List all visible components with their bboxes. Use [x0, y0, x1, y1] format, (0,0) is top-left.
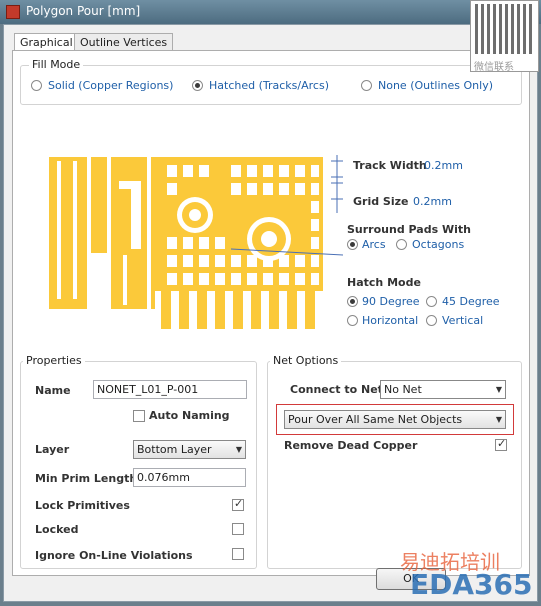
layer-select[interactable]: Bottom Layer ▼: [133, 440, 246, 459]
lock-primitives-checkbox[interactable]: [232, 497, 244, 511]
chevron-down-icon: ▼: [495, 385, 502, 394]
grid-size-value[interactable]: 0.2mm: [413, 195, 452, 208]
surround-arcs-radio[interactable]: [347, 239, 358, 250]
hatch-90-label[interactable]: 90 Degree: [362, 295, 420, 308]
hatch-preview-graphic: [49, 155, 343, 329]
polygon-pour-dialog: Graphical Outline Vertices Fill Mode Sol…: [3, 24, 538, 602]
fill-none-label[interactable]: None (Outlines Only): [378, 79, 493, 92]
ignore-violations-label: Ignore On-Line Violations: [35, 549, 193, 562]
fill-mode-title: Fill Mode: [29, 58, 84, 71]
remove-dead-copper-label: Remove Dead Copper: [284, 439, 418, 452]
connect-to-net-select[interactable]: No Net ▼: [380, 380, 506, 399]
lock-primitives-label: Lock Primitives: [35, 499, 130, 512]
surround-arcs-label[interactable]: Arcs: [362, 238, 386, 251]
fill-solid-radio[interactable]: [31, 80, 42, 91]
remove-dead-copper-checkbox[interactable]: [495, 437, 507, 451]
chevron-down-icon: ▼: [235, 445, 242, 454]
hatch-horizontal-label[interactable]: Horizontal: [362, 314, 418, 327]
pour-over-value: Pour Over All Same Net Objects: [288, 413, 463, 426]
net-options-title: Net Options: [270, 354, 342, 367]
app-icon: [6, 5, 20, 19]
min-prim-length-label: Min Prim Length: [35, 472, 138, 485]
fill-hatched-label[interactable]: Hatched (Tracks/Arcs): [209, 79, 329, 92]
locked-label: Locked: [35, 523, 79, 536]
auto-naming-label[interactable]: Auto Naming: [149, 409, 230, 422]
layer-select-value: Bottom Layer: [137, 443, 212, 456]
fill-solid-label[interactable]: Solid (Copper Regions): [48, 79, 173, 92]
hatch-45-label[interactable]: 45 Degree: [442, 295, 500, 308]
surround-pads-label: Surround Pads With: [347, 223, 471, 236]
qr-code-watermark: 微信联系: [470, 0, 539, 73]
auto-naming-checkbox[interactable]: [133, 410, 145, 422]
connect-to-net-label: Connect to Net: [290, 383, 383, 396]
min-prim-length-input[interactable]: 0.076mm: [133, 468, 246, 487]
properties-group: Properties Name NONET_L01_P-001 Auto Nam…: [20, 354, 257, 569]
net-options-group: Net Options Connect to Net No Net ▼ Pour…: [267, 354, 522, 569]
qr-code-icon: [475, 4, 533, 54]
properties-title: Properties: [23, 354, 85, 367]
track-width-value[interactable]: 0.2mm: [424, 159, 463, 172]
grid-size-label: Grid Size: [353, 195, 409, 208]
surround-octagons-radio[interactable]: [396, 239, 407, 250]
hatch-vertical-radio[interactable]: [426, 315, 437, 326]
fill-mode-group: Fill Mode Solid (Copper Regions) Hatched…: [20, 58, 522, 105]
chevron-down-icon: ▼: [495, 415, 502, 424]
eda365-watermark: 易迪拓培训 EDA365: [380, 540, 541, 606]
name-input[interactable]: NONET_L01_P-001: [93, 380, 247, 399]
locked-checkbox[interactable]: [232, 523, 244, 535]
track-width-label: Track Width: [353, 159, 427, 172]
hatch-90-radio[interactable]: [347, 296, 358, 307]
watermark-logo-text: EDA365: [410, 568, 533, 601]
fill-none-radio[interactable]: [361, 80, 372, 91]
name-label: Name: [35, 384, 71, 397]
qr-caption: 微信联系: [474, 62, 514, 73]
tab-panel: Fill Mode Solid (Copper Regions) Hatched…: [12, 50, 530, 576]
surround-octagons-label[interactable]: Octagons: [412, 238, 464, 251]
hatch-mode-label: Hatch Mode: [347, 276, 421, 289]
window-title: Polygon Pour [mm]: [26, 4, 141, 18]
fill-hatched-radio[interactable]: [192, 80, 203, 91]
title-bar: Polygon Pour [mm]: [0, 0, 541, 24]
hatch-horizontal-radio[interactable]: [347, 315, 358, 326]
ignore-violations-checkbox[interactable]: [232, 548, 244, 560]
connect-to-net-value: No Net: [384, 383, 422, 396]
pour-over-select[interactable]: Pour Over All Same Net Objects ▼: [284, 410, 506, 429]
hatch-45-radio[interactable]: [426, 296, 437, 307]
layer-label: Layer: [35, 443, 70, 456]
hatch-vertical-label[interactable]: Vertical: [442, 314, 483, 327]
